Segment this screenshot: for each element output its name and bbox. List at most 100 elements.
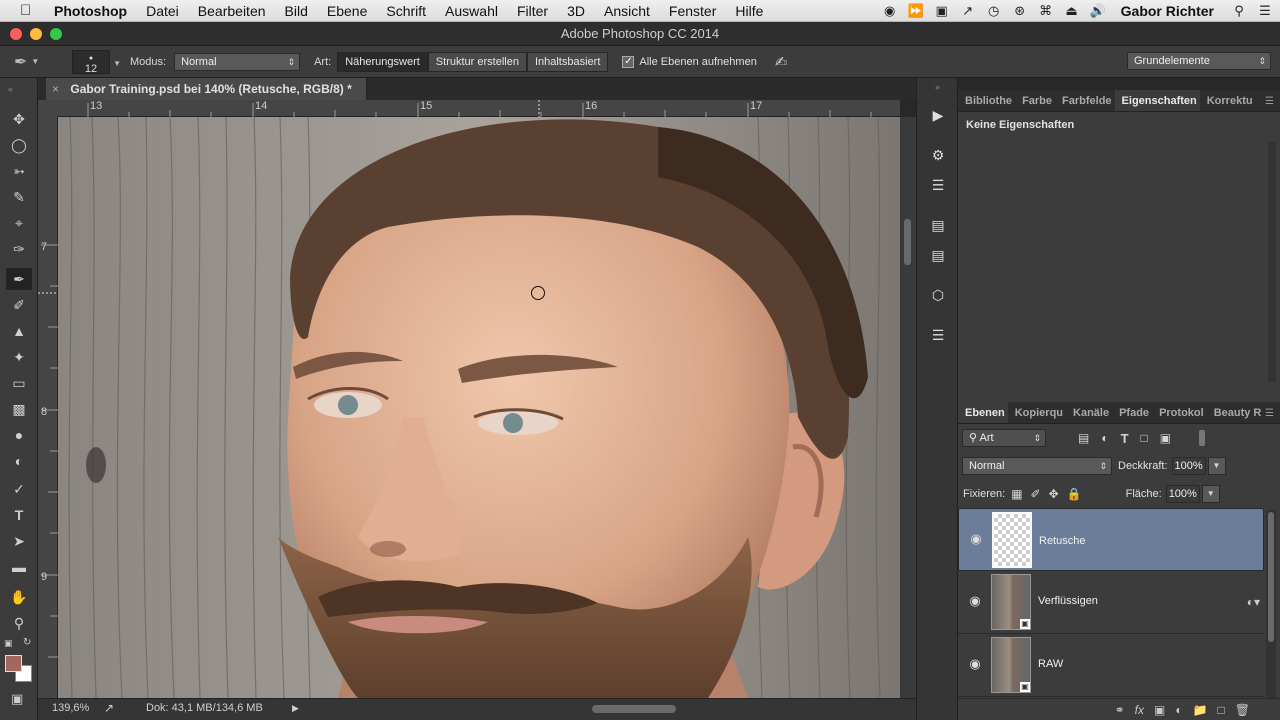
tab-protokoll[interactable]: Protokol xyxy=(1152,402,1207,423)
visibility-eye-icon[interactable]: ◉ xyxy=(967,531,985,549)
swap-colors-icon[interactable]: ↻ xyxy=(23,637,31,648)
record-icon[interactable]: ◉ xyxy=(879,3,901,19)
history-brush-tool-icon[interactable]: ✦ xyxy=(6,346,32,368)
lasso-tool-icon[interactable]: ➳ xyxy=(6,160,32,182)
rectangle-tool-icon[interactable]: ▬ xyxy=(6,556,32,578)
link-layers-icon[interactable]: ⚭ xyxy=(1115,703,1125,717)
spot-healing-brush-tool-icon[interactable]: ✒ xyxy=(6,268,32,290)
adjustments-sliders-icon[interactable]: ☰ xyxy=(925,174,951,196)
modus-select[interactable]: Normal ⇕ xyxy=(174,52,301,71)
type-tool-icon[interactable]: T xyxy=(6,504,32,526)
filter-shape-layers-icon[interactable]: □ xyxy=(1141,431,1148,445)
hand-tool-icon[interactable]: ✋ xyxy=(6,586,32,608)
tab-pfade[interactable]: Pfade xyxy=(1112,402,1152,423)
wifi-icon[interactable]: ⌘ xyxy=(1035,3,1057,19)
eyedropper-tool-icon[interactable]: ✑ xyxy=(6,238,32,260)
filter-pixel-layers-icon[interactable]: ▤ xyxy=(1078,431,1089,445)
menu-hilfe[interactable]: Hilfe xyxy=(735,3,763,19)
visibility-eye-icon[interactable]: ◉ xyxy=(966,656,984,674)
fast-forward-icon[interactable]: ⏩ xyxy=(905,3,927,19)
menu-bild[interactable]: Bild xyxy=(285,3,308,19)
lock-position-icon[interactable]: ✥ xyxy=(1049,487,1059,501)
layers-scroll-thumb[interactable] xyxy=(1268,512,1274,642)
menu-ebene[interactable]: Ebene xyxy=(327,3,367,19)
blend-mode-select[interactable]: Normal ⇕ xyxy=(962,457,1112,475)
tab-kanaele[interactable]: Kanäle xyxy=(1066,402,1112,423)
tab-ebenen[interactable]: Ebenen xyxy=(958,402,1008,423)
lock-transparent-pixels-icon[interactable]: ▦ xyxy=(1011,487,1022,501)
actions-play-icon[interactable]: ▶ xyxy=(925,104,951,126)
gradient-tool-icon[interactable]: ▩ xyxy=(6,398,32,420)
minimize-window-button[interactable] xyxy=(30,28,42,40)
brush-size-picker[interactable]: ● 12 ▼ xyxy=(72,49,121,74)
filter-toggle-switch[interactable] xyxy=(1199,430,1206,446)
opacity-input[interactable]: 100% xyxy=(1171,457,1206,475)
pressure-brush-icon[interactable]: ✍ xyxy=(775,53,788,71)
sample-all-layers-checkbox[interactable]: ✓ xyxy=(622,55,635,68)
tab-farbe[interactable]: Farbe xyxy=(1015,90,1055,111)
filter-type-layers-icon[interactable]: T xyxy=(1121,431,1129,446)
layer-name[interactable]: Verflüssigen xyxy=(1038,595,1098,607)
layer-row-verfluessigen[interactable]: ◉ ▣ Verflüssigen ◐▾ xyxy=(958,571,1264,634)
new-adjustment-layer-icon[interactable]: ◐ xyxy=(1175,703,1182,717)
layers-scrollbar[interactable] xyxy=(1266,510,1276,700)
menu-schrift[interactable]: Schrift xyxy=(386,3,426,19)
fill-input[interactable]: 100% xyxy=(1165,485,1200,503)
smart-filters-icon[interactable]: ◐▾ xyxy=(1247,595,1260,609)
zoom-level[interactable]: 139,6% xyxy=(52,702,89,714)
layers-stack-icon[interactable]: ☰ xyxy=(925,324,951,346)
canvas-vertical-scroll-thumb[interactable] xyxy=(904,219,911,265)
3d-cube-icon[interactable]: ⬡ xyxy=(925,284,951,306)
paragraph-styles-icon[interactable]: ▤ xyxy=(925,214,951,236)
tab-kopierquelle[interactable]: Kopierqu xyxy=(1008,402,1066,423)
panel-menu-icon[interactable]: ☰ xyxy=(1265,408,1274,419)
menu-auswahl[interactable]: Auswahl xyxy=(445,3,498,19)
tab-bibliotheken[interactable]: Bibliothe xyxy=(958,90,1015,111)
tool-presets-icon[interactable]: ⚙ xyxy=(925,144,951,166)
character-styles-icon[interactable]: ▤ xyxy=(925,244,951,266)
canvas-horizontal-scroll-thumb[interactable] xyxy=(592,705,676,713)
volume-icon[interactable]: 🔊 xyxy=(1087,3,1109,19)
properties-scrollbar[interactable] xyxy=(1268,142,1276,382)
layer-style-fx-icon[interactable]: fx xyxy=(1135,703,1144,717)
time-machine-icon[interactable]: ◷ xyxy=(983,3,1005,19)
crop-tool-icon[interactable]: ⌖ xyxy=(6,212,32,234)
user-name[interactable]: Gabor Richter xyxy=(1121,3,1214,19)
brush-tool-icon[interactable]: ✐ xyxy=(6,294,32,316)
document-canvas[interactable] xyxy=(58,117,900,698)
blur-tool-icon[interactable]: ● xyxy=(6,424,32,446)
close-tab-icon[interactable]: × xyxy=(52,82,59,96)
ruler-origin[interactable] xyxy=(38,100,58,117)
fill-dropdown-button[interactable]: ▼ xyxy=(1201,485,1220,503)
path-selection-tool-icon[interactable]: ➤ xyxy=(6,530,32,552)
opacity-dropdown-button[interactable]: ▼ xyxy=(1207,457,1226,475)
notification-list-icon[interactable]: ☰ xyxy=(1254,3,1276,19)
layer-name[interactable]: RAW xyxy=(1038,658,1063,670)
tab-beauty-retusche[interactable]: Beauty R xyxy=(1207,402,1265,423)
menu-datei[interactable]: Datei xyxy=(146,3,179,19)
art-option-inhaltsbasiert[interactable]: Inhaltsbasiert xyxy=(526,51,609,72)
zoom-window-button[interactable] xyxy=(50,28,62,40)
ellipse-marquee-tool-icon[interactable]: ◯ xyxy=(6,134,32,156)
eraser-tool-icon[interactable]: ▭ xyxy=(6,372,32,394)
zoom-tool-icon[interactable]: ⚲ xyxy=(6,612,32,634)
menu-ansicht[interactable]: Ansicht xyxy=(604,3,650,19)
art-option-naeherungswert[interactable]: Näherungswert xyxy=(337,51,428,72)
workspace-select[interactable]: Grundelemente ⇕ xyxy=(1127,52,1271,70)
quick-selection-tool-icon[interactable]: ✎ xyxy=(6,186,32,208)
share-icon[interactable]: ↗ xyxy=(957,3,979,19)
spotlight-search-icon[interactable]: ⚲ xyxy=(1228,3,1250,19)
layer-filter-kind-select[interactable]: ⚲ Art ⇕ xyxy=(962,429,1046,447)
foreground-color-swatch[interactable] xyxy=(5,655,22,672)
panel-menu-icon[interactable]: ☰ xyxy=(1265,96,1274,107)
quick-mask-icon[interactable]: ▣ xyxy=(11,691,23,707)
tab-korrekturen[interactable]: Korrektu xyxy=(1200,90,1256,111)
move-tool-icon[interactable]: ✥ xyxy=(6,108,32,130)
clone-stamp-tool-icon[interactable]: ▲ xyxy=(6,320,32,342)
tab-eigenschaften[interactable]: Eigenschaften xyxy=(1114,90,1200,111)
pen-tool-icon[interactable]: ✓ xyxy=(6,478,32,500)
menu-bearbeiten[interactable]: Bearbeiten xyxy=(198,3,266,19)
strip-grip[interactable]: » xyxy=(935,82,940,92)
lock-all-icon[interactable]: 🔒 xyxy=(1067,487,1082,501)
menu-fenster[interactable]: Fenster xyxy=(669,3,716,19)
